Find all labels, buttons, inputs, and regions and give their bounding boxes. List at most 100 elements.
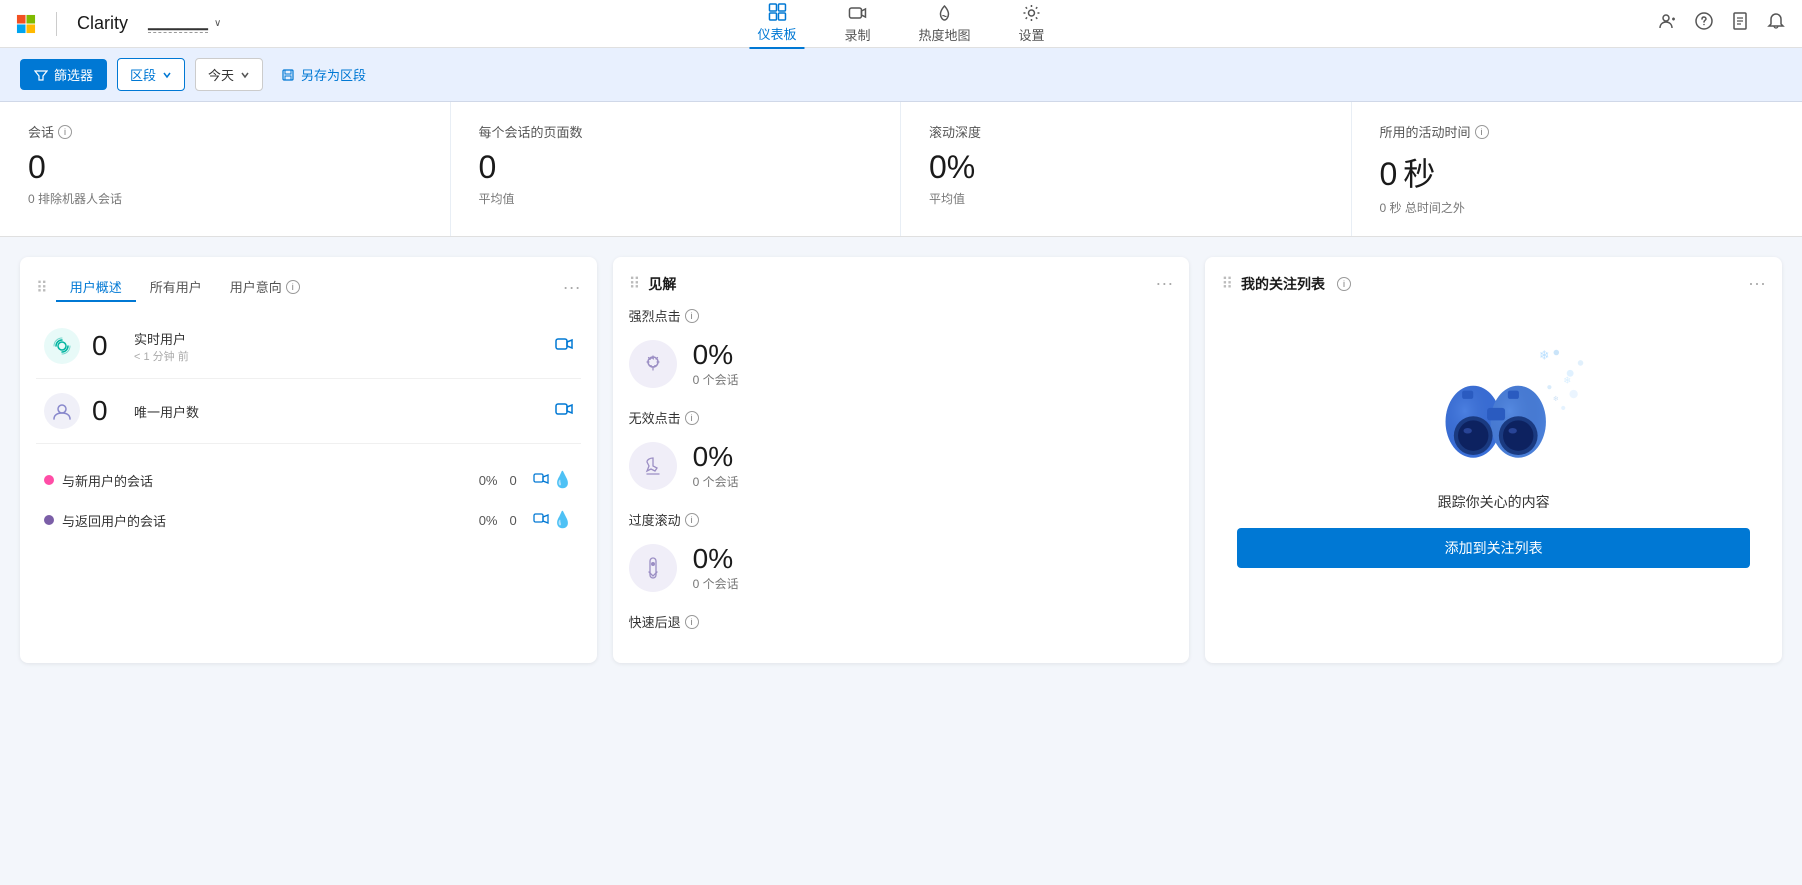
users-icon[interactable] bbox=[1658, 11, 1678, 36]
new-user-pct: 0% bbox=[479, 473, 498, 488]
return-user-count: 0 bbox=[510, 513, 517, 528]
return-user-actions: 💧 bbox=[533, 510, 573, 530]
excessive-scroll-row: 0% 0 个会话 bbox=[629, 539, 1174, 596]
watchlist-content: ❄ ❄ ❄ 跟踪你关心的内容 添加到关注列表 bbox=[1221, 306, 1766, 588]
nav-recording[interactable]: 录制 bbox=[836, 0, 878, 48]
stat-sessions-info-icon[interactable]: i bbox=[58, 125, 72, 139]
return-user-sessions-row: 与返回用户的会话 0% 0 💧 bbox=[36, 500, 581, 540]
rage-click-icon-wrap bbox=[629, 340, 677, 388]
recording-icon bbox=[847, 3, 867, 23]
quick-back-label: 快速后退 bbox=[629, 612, 681, 631]
realtime-record-icon[interactable] bbox=[555, 335, 573, 358]
excessive-scroll-icon-wrap bbox=[629, 544, 677, 592]
svg-text:❄: ❄ bbox=[1563, 376, 1571, 387]
new-user-dot bbox=[44, 475, 54, 485]
stat-sessions: 会话 i 0 0 排除机器人会话 bbox=[0, 102, 451, 236]
save-segment-button[interactable]: 另存为区段 bbox=[273, 59, 374, 90]
stat-active-time: 所用的活动时间 i 0 秒 0 秒 总时间之外 bbox=[1352, 102, 1802, 236]
new-user-record-icon[interactable] bbox=[533, 471, 549, 490]
add-to-watchlist-button[interactable]: 添加到关注列表 bbox=[1237, 528, 1750, 568]
tab-user-overview[interactable]: 用户概述 bbox=[56, 273, 136, 302]
stat-active-time-sub: 0 秒 总时间之外 bbox=[1380, 199, 1775, 216]
dead-click-pct: 0% bbox=[693, 441, 739, 473]
main-content: ⠿ 用户概述 所有用户 用户意向 i ··· bbox=[0, 237, 1802, 683]
stat-sessions-label: 会话 bbox=[28, 122, 54, 141]
filter-label: 篩选器 bbox=[54, 65, 93, 84]
return-user-record-icon[interactable] bbox=[533, 511, 549, 530]
return-user-funnel-icon[interactable]: 💧 bbox=[553, 510, 573, 530]
return-user-pct: 0% bbox=[479, 513, 498, 528]
realtime-info: 实时用户 < 1 分钟 前 bbox=[134, 329, 189, 364]
dead-click-row: 0% 0 个会话 bbox=[629, 437, 1174, 494]
stat-active-time-label: 所用的活动时间 bbox=[1380, 122, 1471, 141]
user-overview-header: ⠿ 用户概述 所有用户 用户意向 i ··· bbox=[36, 273, 581, 302]
drag-handle-icon[interactable]: ⠿ bbox=[36, 278, 48, 298]
insights-drag-icon[interactable]: ⠿ bbox=[629, 274, 641, 294]
help-icon[interactable] bbox=[1694, 11, 1714, 36]
filter-icon bbox=[34, 68, 48, 82]
stat-sessions-sub: 0 排除机器人会话 bbox=[28, 190, 422, 207]
insights-title: 见解 bbox=[648, 274, 676, 294]
main-navigation: 仪表板 录制 热度地图 设置 bbox=[749, 0, 1052, 49]
watchlist-drag-icon[interactable]: ⠿ bbox=[1221, 274, 1233, 294]
filter-button[interactable]: 篩选器 bbox=[20, 59, 107, 90]
watchlist-info-icon[interactable]: i bbox=[1337, 277, 1351, 291]
quick-back-info-icon[interactable]: i bbox=[685, 615, 699, 629]
nav-settings-label: 设置 bbox=[1019, 25, 1045, 44]
toolbar: 篩选器 区段 今天 另存为区段 bbox=[0, 48, 1802, 102]
nav-dashboard[interactable]: 仪表板 bbox=[749, 0, 804, 49]
stat-scroll-value: 0% bbox=[929, 149, 1323, 186]
excessive-scroll-sessions: 0 个会话 bbox=[693, 575, 739, 592]
nav-heatmap[interactable]: 热度地图 bbox=[911, 0, 979, 48]
excessive-scroll-label: 过度滚动 bbox=[629, 510, 681, 529]
insights-more-icon[interactable]: ··· bbox=[1155, 273, 1173, 294]
watchlist-title-label: 我的关注列表 bbox=[1241, 274, 1325, 294]
notification-icon[interactable] bbox=[1766, 11, 1786, 36]
user-overview-more-icon[interactable]: ··· bbox=[563, 277, 581, 298]
date-button[interactable]: 今天 bbox=[195, 58, 263, 91]
dead-click-stats: 0% 0 个会话 bbox=[693, 441, 739, 490]
watchlist-card: ⠿ 我的关注列表 i ··· bbox=[1205, 257, 1782, 663]
project-selector[interactable]: ▁▁▁▁▁▁ ∨ bbox=[148, 15, 221, 33]
stat-pages-value: 0 bbox=[479, 149, 873, 186]
excessive-scroll-icon bbox=[639, 554, 667, 582]
top-navigation: Clarity ▁▁▁▁▁▁ ∨ 仪表板 录制 bbox=[0, 0, 1802, 48]
tab-user-intent-info-icon[interactable]: i bbox=[286, 280, 300, 294]
dead-click-icon-wrap bbox=[629, 442, 677, 490]
new-user-label: 与新用户的会话 bbox=[62, 471, 471, 490]
new-user-funnel-icon[interactable]: 💧 bbox=[553, 470, 573, 490]
microsoft-logo bbox=[16, 14, 36, 34]
dead-click-label: 无效点击 bbox=[629, 408, 681, 427]
excessive-scroll-info-icon[interactable]: i bbox=[685, 513, 699, 527]
return-user-dot bbox=[44, 515, 54, 525]
unique-user-icon bbox=[44, 393, 80, 429]
tab-user-intent[interactable]: 用户意向 i bbox=[216, 273, 314, 302]
brand-divider bbox=[56, 12, 57, 36]
stat-active-time-info-icon[interactable]: i bbox=[1475, 125, 1489, 139]
user-overview-tabs: 用户概述 所有用户 用户意向 i bbox=[56, 273, 314, 302]
unique-record-icon[interactable] bbox=[555, 400, 573, 423]
project-name: ▁▁▁▁▁▁ bbox=[148, 15, 208, 33]
segment-label: 区段 bbox=[130, 65, 156, 84]
stats-row: 会话 i 0 0 排除机器人会话 每个会话的页面数 0 平均值 滚动深度 0% … bbox=[0, 102, 1802, 237]
tab-all-users[interactable]: 所有用户 bbox=[136, 273, 216, 302]
unique-count: 0 bbox=[92, 395, 122, 427]
new-user-sessions-row: 与新用户的会话 0% 0 💧 bbox=[36, 460, 581, 500]
stat-scroll: 滚动深度 0% 平均值 bbox=[901, 102, 1352, 236]
nav-dashboard-label: 仪表板 bbox=[757, 24, 796, 43]
svg-text:❄: ❄ bbox=[1553, 395, 1559, 403]
rage-click-row: 0% 0 个会话 bbox=[629, 335, 1174, 392]
nav-settings[interactable]: 设置 bbox=[1011, 0, 1053, 48]
rage-click-info-icon[interactable]: i bbox=[685, 309, 699, 323]
segment-button[interactable]: 区段 bbox=[117, 58, 185, 91]
dead-click-info-icon[interactable]: i bbox=[685, 411, 699, 425]
document-icon[interactable] bbox=[1730, 11, 1750, 36]
topnav-right-actions bbox=[1658, 11, 1786, 36]
realtime-users-row: 0 实时用户 < 1 分钟 前 bbox=[36, 314, 581, 379]
stat-pages-label: 每个会话的页面数 bbox=[479, 122, 583, 141]
watchlist-more-icon[interactable]: ··· bbox=[1748, 273, 1766, 294]
quick-back-section: 快速后退 i bbox=[629, 612, 1174, 631]
svg-text:❄: ❄ bbox=[1539, 348, 1549, 362]
rage-click-pct: 0% bbox=[693, 339, 739, 371]
return-user-label: 与返回用户的会话 bbox=[62, 511, 471, 530]
